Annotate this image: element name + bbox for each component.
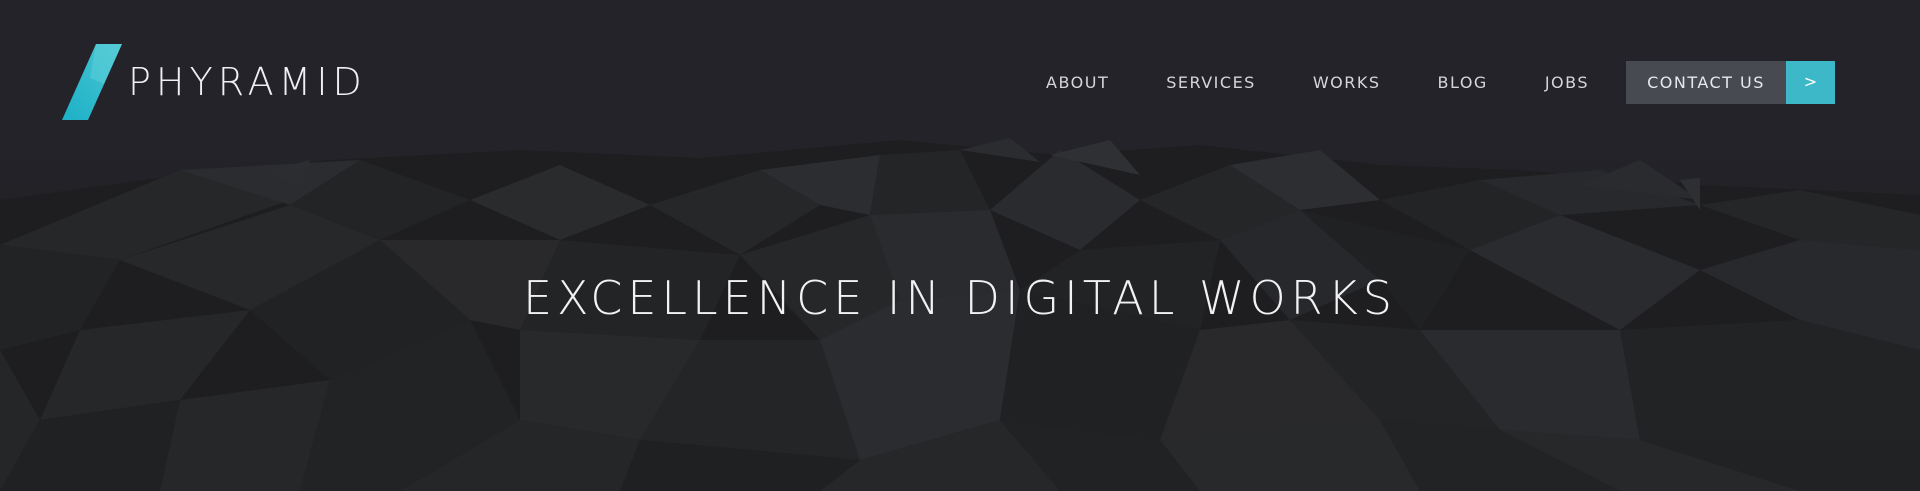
contact-us-button[interactable]: CONTACT US > [1626, 61, 1835, 104]
main-navigation: ABOUT SERVICES WORKS BLOG JOBS CONTACT U… [1046, 61, 1835, 104]
brand-name: PHYRAMID [128, 60, 367, 104]
contact-us-label: CONTACT US [1626, 61, 1786, 104]
chevron-right-icon: > [1786, 61, 1835, 104]
nav-item-blog[interactable]: BLOG [1438, 61, 1488, 104]
nav-item-about[interactable]: ABOUT [1046, 61, 1109, 104]
hero-headline: EXCELLENCE IN DIGITAL WORKS [522, 271, 1397, 325]
nav-item-works[interactable]: WORKS [1313, 61, 1381, 104]
nav-item-jobs[interactable]: JOBS [1545, 61, 1589, 104]
hero-section: PHYRAMID ABOUT SERVICES WORKS BLOG JOBS … [0, 0, 1920, 491]
brand-logo[interactable]: PHYRAMID [60, 44, 367, 120]
phyramid-logo-icon [62, 44, 122, 120]
nav-item-services[interactable]: SERVICES [1166, 61, 1256, 104]
